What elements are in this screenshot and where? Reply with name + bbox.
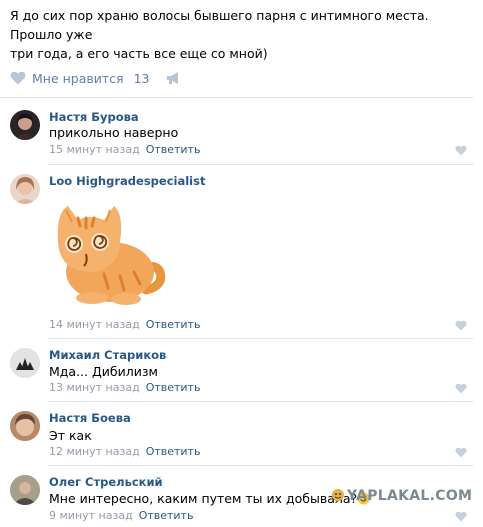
divider bbox=[48, 465, 474, 466]
post-text-line-2: три года, а его часть все еще со мной) bbox=[10, 46, 268, 61]
comment-time[interactable]: 12 минут назад bbox=[49, 445, 140, 458]
avatar[interactable] bbox=[10, 348, 40, 378]
avatar[interactable] bbox=[10, 475, 40, 505]
comment-text: Мда... Дибилизм bbox=[49, 364, 158, 379]
comment-text: Мне интересно, каким путем ты их добывал… bbox=[49, 491, 370, 506]
comment-time[interactable]: 14 минут назад bbox=[49, 318, 140, 331]
share-megaphone-icon[interactable] bbox=[165, 71, 183, 85]
comment-meta: 9 минут назад Ответить bbox=[49, 509, 193, 522]
comment-author[interactable]: Настя Бурова bbox=[49, 110, 139, 124]
comment-time[interactable]: 15 минут назад bbox=[49, 143, 140, 156]
reply-button[interactable]: Ответить bbox=[146, 318, 201, 331]
heart-icon[interactable] bbox=[455, 145, 467, 156]
watermark-text: YAPLAKAL.COM bbox=[347, 488, 473, 504]
reply-button[interactable]: Ответить bbox=[146, 143, 201, 156]
comment-text: Эт как bbox=[49, 428, 92, 443]
orange-cat-sticker bbox=[57, 206, 166, 305]
divider bbox=[48, 401, 474, 402]
reply-button[interactable]: Ответить bbox=[139, 509, 194, 522]
heart-icon[interactable] bbox=[455, 447, 467, 458]
like-button[interactable]: Мне нравится 13 bbox=[10, 68, 183, 88]
comment-meta: 15 минут назад Ответить bbox=[49, 143, 200, 156]
comment-author[interactable]: Настя Боева bbox=[49, 411, 131, 425]
avatar[interactable] bbox=[10, 174, 40, 204]
comment-author[interactable]: Михаил Стариков bbox=[49, 348, 166, 362]
comment-time[interactable]: 9 минут назад bbox=[49, 509, 133, 522]
reply-button[interactable]: Ответить bbox=[146, 445, 201, 458]
divider bbox=[0, 97, 474, 98]
reply-button[interactable]: Ответить bbox=[146, 381, 201, 394]
post-text-line-1: Я до сих пор храню волосы бывшего парня … bbox=[10, 8, 429, 42]
watermark: YAPLAKAL.COM bbox=[331, 488, 472, 504]
avatar[interactable] bbox=[10, 411, 40, 441]
comment-author[interactable]: Loo Highgradespecialist bbox=[49, 174, 205, 188]
comment-text: прикольно наверно bbox=[49, 125, 179, 140]
comment-time[interactable]: 13 минут назад bbox=[49, 381, 140, 394]
like-label: Мне нравится bbox=[32, 70, 124, 86]
heart-icon[interactable] bbox=[455, 320, 467, 331]
heart-icon[interactable] bbox=[455, 511, 467, 522]
heart-icon[interactable] bbox=[455, 383, 467, 394]
avatar[interactable] bbox=[10, 110, 40, 140]
divider bbox=[48, 164, 474, 165]
comment-meta: 14 минут назад Ответить bbox=[49, 318, 200, 331]
heart-icon bbox=[10, 71, 26, 85]
comment-author[interactable]: Олег Стрельский bbox=[49, 475, 163, 489]
post-text: Я до сих пор храню волосы бывшего парня … bbox=[10, 6, 470, 63]
comment-meta: 12 минут назад Ответить bbox=[49, 445, 200, 458]
comment-meta: 13 минут назад Ответить bbox=[49, 381, 200, 394]
comment-text-content: Мне интересно, каким путем ты их добывал… bbox=[49, 491, 358, 506]
like-count: 13 bbox=[133, 70, 150, 86]
divider bbox=[48, 338, 474, 339]
yaplakal-logo-icon bbox=[332, 489, 344, 501]
